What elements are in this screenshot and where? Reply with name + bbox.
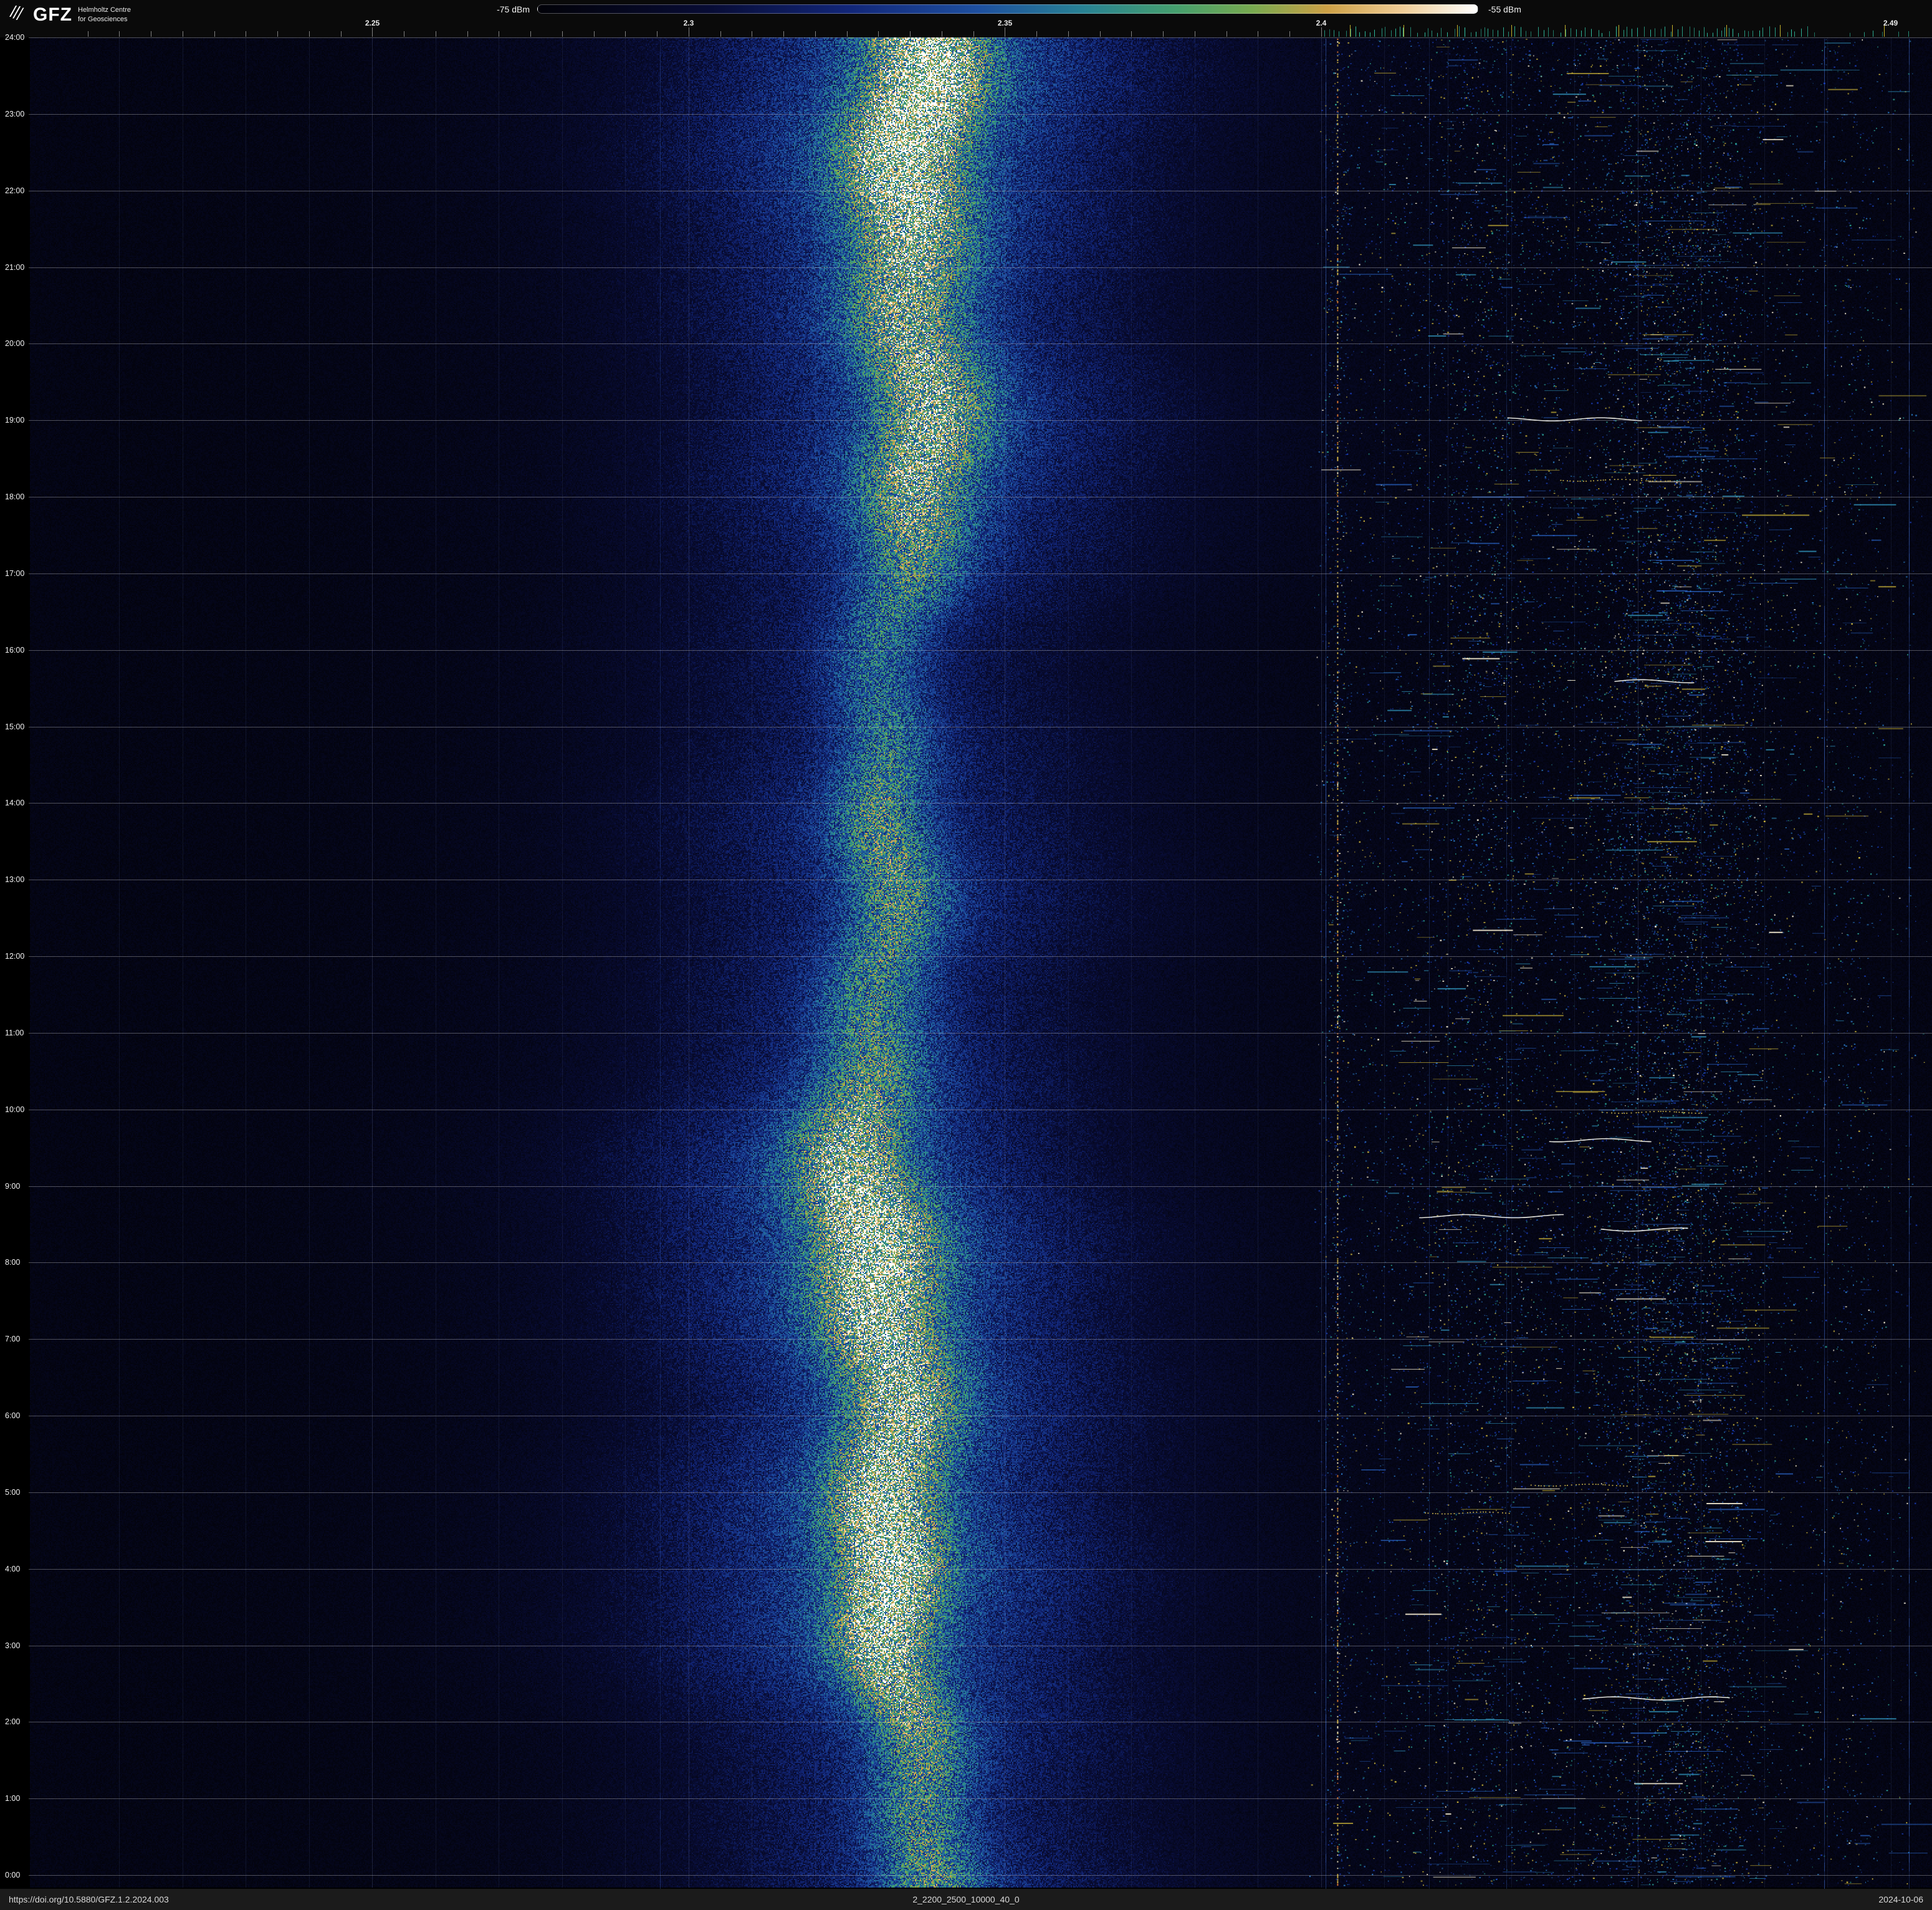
time-axis-label: 0:00 <box>5 1871 21 1879</box>
freq-axis-label: 2.25 <box>365 19 380 27</box>
gfz-logo: GFZ Helmholtz Centre for Geosciences <box>9 4 131 26</box>
time-axis-label: 6:00 <box>5 1411 21 1420</box>
footer-bar: https://doi.org/10.5880/GFZ.1.2.2024.003… <box>0 1889 1932 1910</box>
time-axis-label: 12:00 <box>5 952 25 961</box>
time-axis-label: 17:00 <box>5 569 25 578</box>
date-label: 2024-10-06 <box>1878 1894 1923 1904</box>
time-axis-label: 21:00 <box>5 262 25 272</box>
doi-link[interactable]: https://doi.org/10.5880/GFZ.1.2.2024.003 <box>9 1894 912 1904</box>
time-axis-label: 1:00 <box>5 1794 21 1803</box>
time-axis-label: 11:00 <box>5 1028 24 1037</box>
gfz-logo-icon <box>9 4 27 26</box>
freq-axis-label: 2.35 <box>997 19 1013 27</box>
time-axis-label: 10:00 <box>5 1105 25 1114</box>
logo-brand: GFZ <box>33 4 72 25</box>
time-axis-label: 18:00 <box>5 492 25 501</box>
time-axis-label: 24:00 <box>5 33 25 42</box>
time-axis-label: 3:00 <box>5 1641 21 1650</box>
logo-subtitle-line1: Helmholtz Centre <box>78 6 131 14</box>
colorbar-min-label: -75 dBm <box>497 4 530 14</box>
time-axis-label: 16:00 <box>5 645 25 655</box>
time-axis-label: 23:00 <box>5 109 25 118</box>
dataset-filename: 2_2200_2500_10000_40_0 <box>912 1894 1020 1904</box>
time-axis-label: 14:00 <box>5 799 25 808</box>
logo-subtitle-line2: for Geosciences <box>78 15 128 23</box>
time-axis-label: 4:00 <box>5 1564 21 1573</box>
time-axis-label: 19:00 <box>5 416 25 425</box>
time-axis-label: 22:00 <box>5 186 25 195</box>
header-bar: GFZ Helmholtz Centre for Geosciences -75… <box>0 0 1932 37</box>
time-axis-label: 15:00 <box>5 722 25 731</box>
freq-axis-label: 2.3 <box>683 19 694 27</box>
time-axis-label: 7:00 <box>5 1335 21 1344</box>
logo-subtitle: Helmholtz Centre for Geosciences <box>78 6 131 24</box>
colorbar-max-label: -55 dBm <box>1488 4 1521 14</box>
time-axis-label: 9:00 <box>5 1181 21 1191</box>
freq-axis-label: 2.49 <box>1883 19 1898 27</box>
time-axis-label: 2:00 <box>5 1717 21 1727</box>
freq-axis-label: 2.4 <box>1316 19 1327 27</box>
time-axis-label: 13:00 <box>5 875 25 885</box>
time-axis-label: 5:00 <box>5 1487 21 1497</box>
time-axis-label: 20:00 <box>5 339 25 348</box>
colorbar-gradient <box>537 4 1478 14</box>
spectrogram-canvas <box>0 0 1932 1910</box>
time-axis-label: 8:00 <box>5 1258 21 1267</box>
